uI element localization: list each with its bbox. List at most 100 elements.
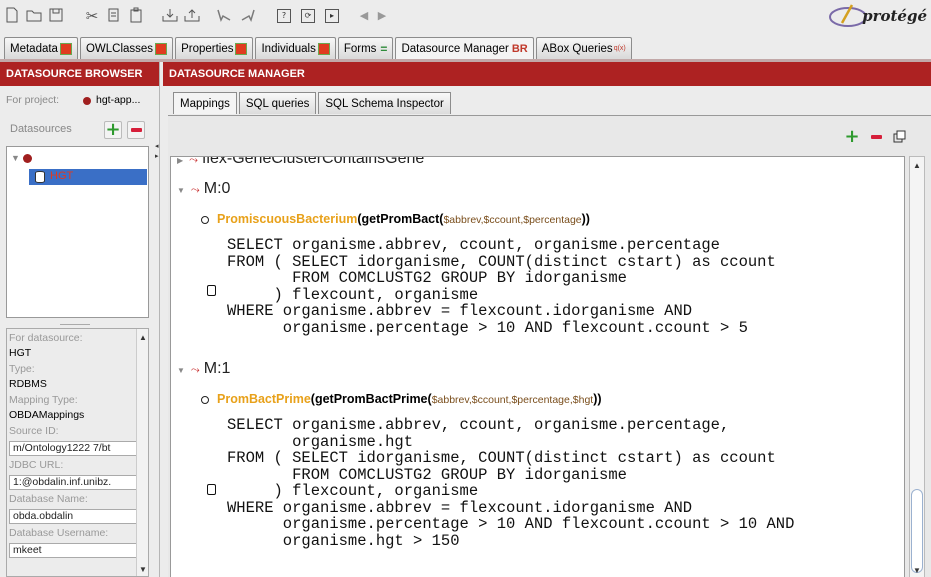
scroll-down-icon[interactable]: ▼ [913,566,921,575]
export-icon[interactable] [182,6,202,26]
back-icon[interactable]: ◀ [354,6,374,26]
nav-help-icon[interactable]: ? [277,9,291,23]
mappings-view: + ▶ ⤳ flex-GeneClusterContainsGene ▼ ⤳ M:0 P… [168,115,931,577]
datasource-tree[interactable]: ▼ HGT [6,146,149,318]
jdbc-url-label: JDBC URL: [9,459,64,471]
expand-toggle-icon[interactable]: ▼ [177,186,185,195]
tab-abox-queries[interactable]: ABox Queries q(x) [535,37,632,59]
new-file-icon[interactable] [2,6,22,26]
remove-mapping-button[interactable] [867,128,885,146]
tab-label: Individuals [261,42,316,55]
jdbc-url-field[interactable]: 1:@obdalin.inf.unibz. [9,475,147,490]
plus-icon: + [844,126,860,147]
tab-mappings[interactable]: Mappings [173,92,237,114]
sql-source-icon [207,285,216,296]
target-args: $abbrev,$ccount,$percentage,$hgt [431,394,594,406]
add-mapping-button[interactable]: + [843,128,861,146]
save-icon[interactable] [46,6,66,26]
nav-step-icon[interactable]: ⟳ [301,9,315,23]
db-name-field[interactable]: obda.obdalin [9,509,147,524]
project-selector[interactable]: hgt-app... [96,94,140,106]
datasource-browser-panel: DATASOURCE BROWSER For project: hgt-app.… [0,62,160,577]
expand-toggle-icon[interactable]: ▼ [177,366,185,375]
tab-datasource-manager[interactable]: Datasource Manager BR [395,37,534,59]
duplicate-mapping-button[interactable] [891,128,909,146]
tab-label: ABox Queries [541,42,613,55]
remove-datasource-button[interactable] [127,121,145,139]
nav-run-icon[interactable]: ▸ [325,9,339,23]
status-indicator-icon [155,42,168,55]
project-label: For project: [6,94,60,106]
paste-icon[interactable] [126,6,146,26]
mapping-target[interactable]: PromBactPrime(getPromBactPrime($abbrev,$… [201,392,602,406]
open-folder-icon[interactable] [24,6,44,26]
properties-scrollbar[interactable]: ▲ ▼ [136,329,148,576]
protege-logo: protégé [828,2,927,30]
tab-sql-schema-inspector[interactable]: SQL Schema Inspector [318,92,451,114]
mapping-sql[interactable]: SELECT organisme.abbrev, ccount, organis… [227,237,776,336]
mapping-id: flex-GeneClusterContainsGene [201,156,425,167]
undo-icon[interactable] [214,6,234,26]
add-datasource-button[interactable]: + [104,121,122,139]
tab-owlclasses[interactable]: OWLClasses [79,37,174,59]
forms-icon: = [380,41,388,56]
for-datasource-label: For datasource: [9,332,83,344]
project-icon [83,97,91,105]
status-indicator-icon [235,42,248,55]
copy-icon[interactable] [104,6,124,26]
tree-expand-icon[interactable]: ▼ [11,153,20,163]
target-icon [201,395,209,404]
mapping-id: M:0 [203,180,231,197]
collapse-toggle-icon[interactable]: ▶ [177,157,183,165]
tab-individuals[interactable]: Individuals [255,37,336,59]
mapping-list[interactable]: ▶ ⤳ flex-GeneClusterContainsGene ▼ ⤳ M:0 Pro… [170,156,905,577]
import-icon[interactable] [160,6,180,26]
project-row: For project: hgt-app... [0,90,152,112]
mapping-sql[interactable]: SELECT organisme.abbrev, ccount, organis… [227,417,794,549]
tree-item-hgt[interactable]: HGT [29,169,147,185]
mapping-header[interactable]: ▼ ⤳ M:1 [177,360,230,378]
source-id-label: Source ID: [9,425,59,437]
mapping-target[interactable]: PromiscuousBacterium(getPromBact($abbrev… [201,212,590,226]
status-indicator-icon [317,42,330,55]
plus-icon: + [105,119,121,140]
minus-icon [870,135,882,139]
source-id-field[interactable]: m/Ontology1222 7/bt [9,441,147,456]
forward-icon[interactable]: ▶ [372,6,392,26]
target-function: getPromBact [361,212,440,226]
mapping-type-label: Mapping Type: [9,394,78,406]
query-icon: q(x) [613,45,626,52]
scroll-up-icon[interactable]: ▲ [913,161,921,170]
splitter-handle[interactable] [60,324,90,326]
brand-name: protégé [862,7,927,25]
mapping-header[interactable]: ▼ ⤳ M:0 [177,180,230,198]
cut-icon[interactable]: ✂ [82,6,102,26]
tab-forms[interactable]: Forms = [337,37,394,59]
minus-icon [130,128,142,132]
tab-properties[interactable]: Properties [175,37,254,59]
datasource-manager-panel: DATASOURCE MANAGER Mappings SQL queries … [163,62,931,577]
redo-icon[interactable] [238,6,258,26]
target-function: getPromBactPrime [314,392,428,406]
tab-metadata[interactable]: Metadata [4,37,78,59]
datasources-row: Datasources + [0,117,152,143]
scroll-up-icon[interactable]: ▲ [139,333,147,342]
obda-icon: BR [511,42,528,55]
target-icon [201,215,209,224]
tab-sql-queries[interactable]: SQL queries [238,92,317,114]
mapping-icon: ⤳ [189,156,198,166]
scrollbar-thumb[interactable] [911,489,923,573]
collapse-arrows-icon[interactable]: ◂ ▸ [155,142,159,162]
mapping-header[interactable]: ▶ ⤳ flex-GeneClusterContainsGene [177,156,425,168]
tab-label: Properties [181,42,234,55]
scroll-down-icon[interactable]: ▼ [139,565,147,574]
mapping-scrollbar[interactable]: ▲ ▼ [909,156,925,577]
main-tabs: Metadata OWLClasses Properties Individua… [4,37,634,59]
panel-title: DATASOURCE MANAGER [163,62,931,86]
type-value: RDBMS [9,378,47,390]
sql-source-icon [207,484,216,495]
db-username-field[interactable]: mkeet [9,543,147,558]
tab-label: Metadata [10,42,58,55]
target-class: PromBactPrime [217,392,311,406]
tab-label: Forms [343,42,377,55]
